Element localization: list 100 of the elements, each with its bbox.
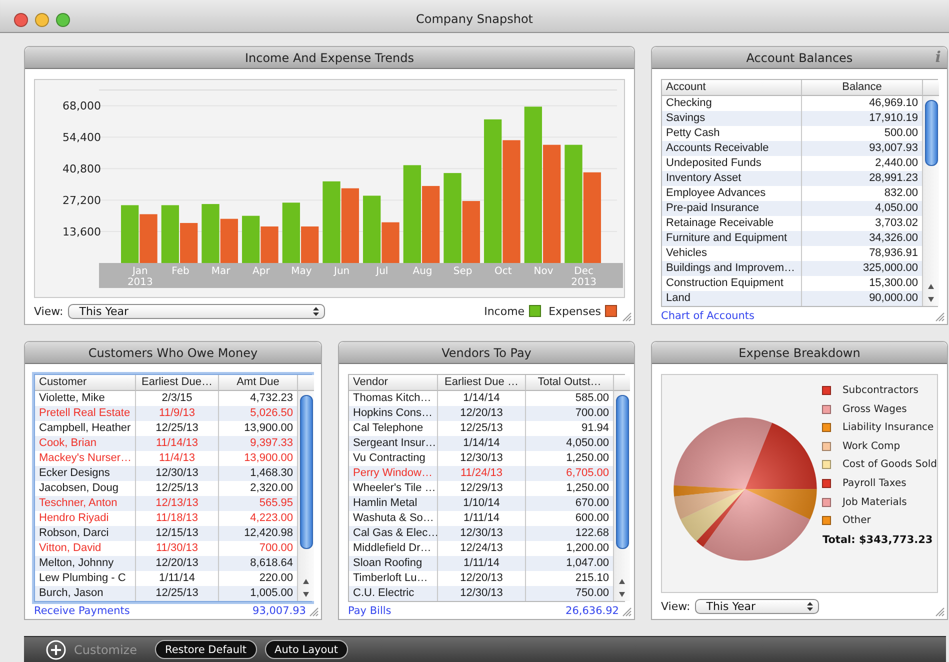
table-cell: 9,397.33 — [219, 436, 298, 451]
legend-label: Gross Wages — [842, 404, 907, 415]
scrollbar[interactable] — [298, 391, 314, 601]
scroll-thumb[interactable] — [616, 395, 628, 549]
y-tick-label: 27,200 — [62, 194, 101, 208]
scroll-up-icon[interactable] — [928, 284, 934, 289]
table-cell: 1/10/14 — [438, 496, 526, 511]
total-label: Total: $343,773.23 — [822, 534, 934, 546]
table-cell: 4,050.00 — [802, 201, 923, 216]
toolbar-button[interactable]: Restore Default — [155, 640, 257, 659]
table-cell: Hopkins Cons… — [349, 406, 438, 421]
table-cell: 1/11/14 — [438, 556, 526, 571]
resize-grip-icon[interactable] — [309, 607, 319, 617]
pay-bills-link[interactable]: Pay Bills — [348, 604, 392, 616]
column-header[interactable]: Earliest Due… — [136, 375, 219, 391]
table-cell: 12/25/13 — [136, 586, 219, 601]
scroll-thumb[interactable] — [300, 395, 312, 549]
table-cell: C.U. Electric — [349, 586, 438, 601]
bar — [140, 214, 158, 263]
table-cell: Pre-paid Insurance — [662, 201, 802, 216]
panel-title: Income And Expense Trends — [244, 50, 414, 64]
table-cell: 670.00 — [526, 496, 614, 511]
x-tick-label: Jun — [334, 266, 350, 277]
column-header[interactable]: Balance — [802, 80, 923, 96]
minimize-button[interactable] — [35, 13, 49, 27]
close-button[interactable] — [14, 13, 28, 27]
column-header[interactable]: Account — [662, 80, 802, 96]
toolbar-button[interactable]: Auto Layout — [264, 640, 348, 659]
table-cell: 565.95 — [219, 496, 298, 511]
table-cell: Hamlin Metal — [349, 496, 438, 511]
table-cell: 12/20/13 — [136, 556, 219, 571]
table-cell: 17,910.19 — [802, 111, 923, 126]
column-header[interactable]: Customer — [35, 375, 136, 391]
updown-arrows-icon — [807, 602, 814, 610]
scroll-up-icon[interactable] — [619, 579, 625, 584]
table-cell: 750.00 — [526, 586, 614, 601]
table-cell: 12/20/13 — [438, 406, 526, 421]
scroll-down-icon[interactable] — [928, 297, 934, 302]
zoom-button[interactable] — [56, 13, 70, 27]
table-cell: Buildings and Improvem… — [662, 261, 802, 276]
scroll-up-icon[interactable] — [303, 579, 309, 584]
receive-payments-link[interactable]: Receive Payments — [34, 604, 130, 616]
table-cell: 93,007.93 — [802, 141, 923, 156]
column-header[interactable]: Earliest Due … — [438, 375, 526, 391]
view-label: View: — [661, 600, 690, 612]
resize-grip-icon[interactable] — [622, 312, 632, 322]
table-cell: 12/30/13 — [136, 466, 219, 481]
scrollbar[interactable] — [923, 96, 939, 306]
table-cell: 700.00 — [526, 406, 614, 421]
y-tick-label: 40,800 — [62, 162, 101, 176]
legend-label: Expenses — [548, 304, 601, 318]
resize-grip-icon[interactable] — [935, 607, 945, 617]
bar — [121, 205, 139, 263]
resize-grip-icon[interactable] — [935, 312, 945, 322]
table-cell: 6,705.00 — [526, 466, 614, 481]
view-select[interactable]: This Year — [68, 304, 326, 318]
table-cell: Ecker Designs — [35, 466, 136, 481]
bar — [260, 226, 278, 263]
scroll-down-icon[interactable] — [619, 592, 625, 597]
view-label: View: — [34, 304, 64, 318]
y-tick-label: 68,000 — [62, 100, 101, 113]
year-label: 2013 — [127, 277, 153, 288]
scroll-thumb[interactable] — [924, 100, 938, 166]
table-cell: Melton, Johnny — [35, 556, 136, 571]
add-icon[interactable] — [46, 640, 66, 660]
bar — [220, 218, 238, 263]
x-tick-label: Sep — [453, 266, 472, 277]
column-header[interactable]: Amt Due — [219, 375, 298, 391]
table-cell: 1,005.00 — [219, 586, 298, 601]
table-cell: 11/14/13 — [136, 436, 219, 451]
bar — [242, 216, 260, 263]
table-cell: Cook, Brian — [35, 436, 136, 451]
total-amount: 26,636.92 — [566, 604, 619, 616]
chart-of-accounts-link[interactable]: Chart of Accounts — [661, 310, 755, 322]
scrollbar[interactable] — [614, 391, 630, 601]
table-cell: Burch, Jason — [35, 586, 136, 601]
table-cell: 90,000.00 — [802, 291, 923, 306]
scroll-down-icon[interactable] — [303, 592, 309, 597]
table-cell: 1/14/14 — [438, 436, 526, 451]
table-cell: Savings — [662, 111, 802, 126]
table-cell: 28,991.23 — [802, 171, 923, 186]
resize-grip-icon[interactable] — [622, 607, 632, 617]
legend-label: Income — [484, 304, 525, 318]
y-tick-label: 54,400 — [62, 131, 101, 144]
table-cell: 8,618.64 — [219, 556, 298, 571]
table-cell: Teschner, Anton — [35, 496, 136, 511]
table-cell: Robson, Darci — [35, 526, 136, 541]
x-tick-label: Dec — [574, 266, 594, 277]
table-cell: 11/24/13 — [438, 466, 526, 481]
view-select[interactable]: This Year — [695, 598, 820, 614]
x-tick-label: Jul — [376, 266, 388, 277]
year-label: 2013 — [571, 277, 597, 288]
window-title: Company Snapshot — [416, 12, 533, 26]
column-header[interactable]: Total Outst… — [526, 375, 614, 391]
table-cell: Perry Window… — [349, 466, 438, 481]
legend-label: Work Comp — [842, 440, 900, 452]
table-cell: 12/13/13 — [136, 496, 219, 511]
table-cell: 12/15/13 — [136, 526, 219, 541]
table-cell: Inventory Asset — [662, 171, 802, 186]
column-header[interactable]: Vendor — [349, 375, 438, 391]
